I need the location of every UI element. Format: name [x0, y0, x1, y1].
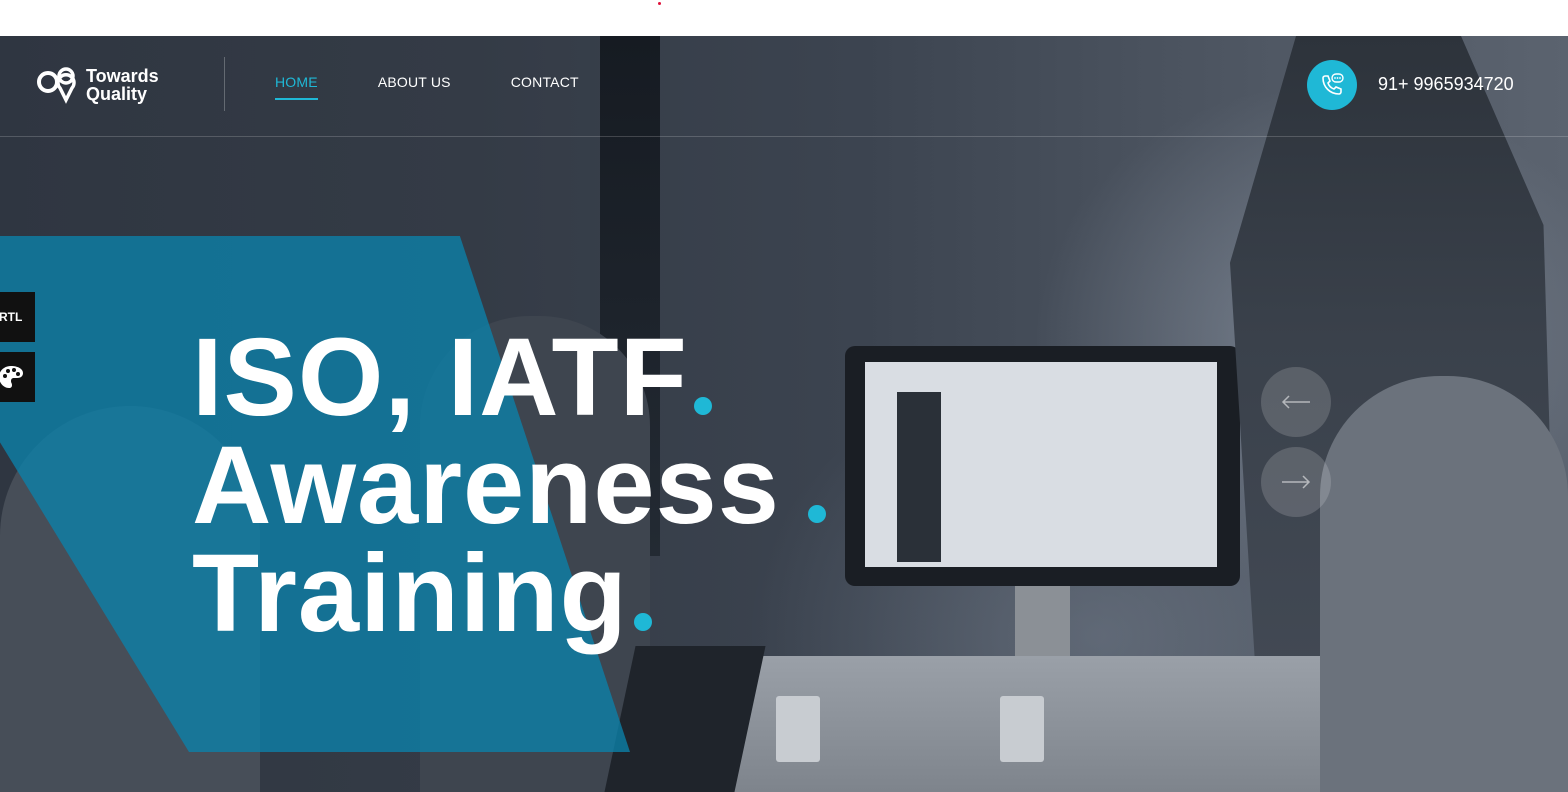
logo-line-2: Quality	[86, 84, 148, 104]
phone-button[interactable]	[1307, 60, 1357, 110]
accent-dot	[633, 613, 652, 631]
background-cup	[1000, 696, 1044, 762]
header-divider	[0, 136, 1568, 137]
slider-next-button[interactable]	[1261, 447, 1331, 517]
top-indicator-dot	[658, 2, 661, 5]
arrow-left-icon	[1281, 395, 1310, 409]
slider-prev-button[interactable]	[1261, 367, 1331, 437]
header-vertical-divider	[224, 57, 225, 111]
nav-contact[interactable]: CONTACT	[511, 74, 579, 96]
background-monitor	[845, 346, 1240, 656]
palette-icon	[0, 366, 23, 388]
color-palette-button[interactable]	[0, 352, 35, 402]
phone-chat-icon	[1322, 73, 1344, 95]
headline-line-3: Training	[192, 532, 628, 655]
logo-text: Towards Quality	[86, 67, 159, 103]
arrow-right-icon	[1282, 475, 1311, 489]
phone-number[interactable]: 91+ 9965934720	[1378, 74, 1514, 95]
rtl-label: RTL	[0, 310, 23, 324]
hero-headline: ISO, IATF Awareness Training	[192, 323, 826, 649]
headline-line-2: Awareness	[192, 424, 780, 547]
main-nav: HOME ABOUT US CONTACT	[275, 74, 579, 100]
logo-line-1: Towards	[86, 66, 159, 86]
nav-home[interactable]: HOME	[275, 74, 318, 100]
accent-dot	[807, 505, 826, 523]
rtl-toggle-button[interactable]: RTL	[0, 292, 35, 342]
logo-icon	[37, 67, 76, 104]
top-strip	[0, 0, 1568, 36]
accent-dot	[693, 397, 712, 415]
site-logo[interactable]: Towards Quality	[36, 66, 159, 104]
background-cup	[776, 696, 820, 762]
hero-section: Towards Quality HOME ABOUT US CONTACT 91…	[0, 36, 1568, 792]
headline-line-1: ISO, IATF	[192, 316, 688, 439]
background-person	[1320, 376, 1568, 792]
nav-about-us[interactable]: ABOUT US	[378, 74, 451, 96]
